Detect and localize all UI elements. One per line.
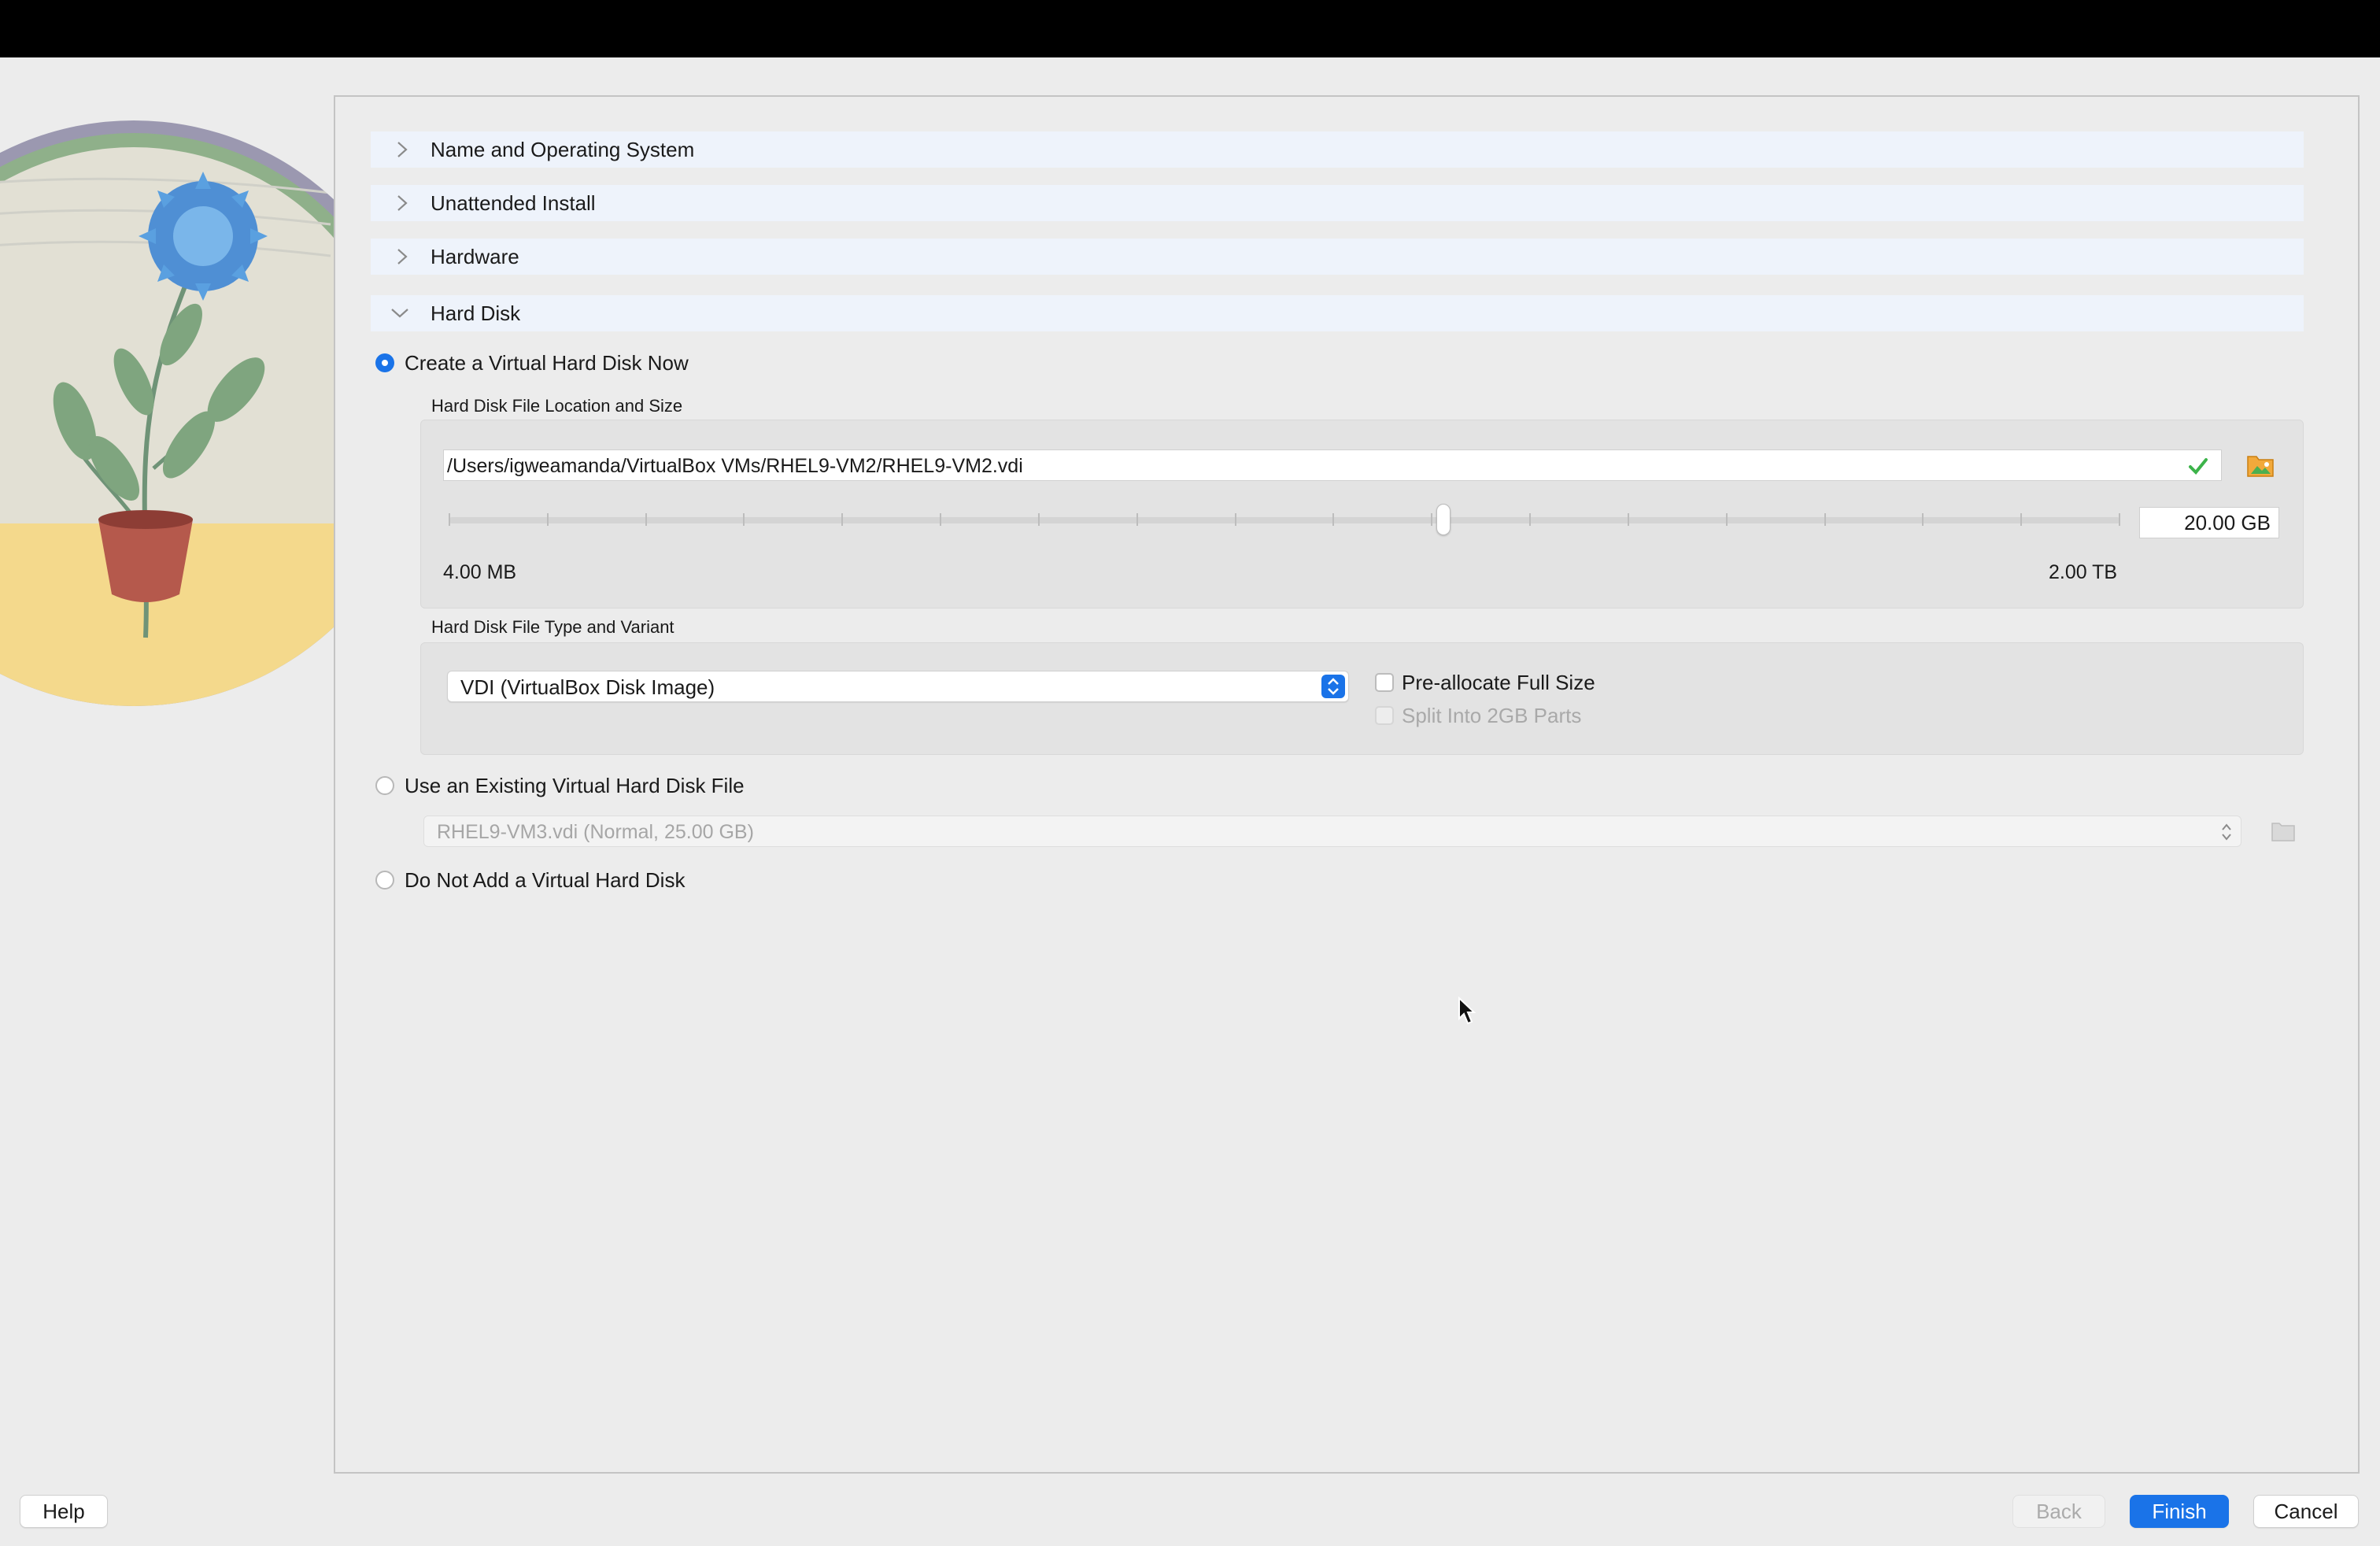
slider-tick	[1922, 513, 1924, 526]
slider-tick	[547, 513, 549, 526]
location-group-title: Hard Disk File Location and Size	[431, 396, 683, 416]
chevron-right-icon	[397, 142, 408, 157]
split-checkbox[interactable]	[1375, 706, 1394, 725]
slider-tick	[2119, 513, 2120, 526]
disk-size-slider-track[interactable]	[449, 517, 2120, 523]
window-top-bar	[0, 0, 2380, 57]
slider-tick	[1235, 513, 1236, 526]
slider-tick	[2020, 513, 2022, 526]
preallocate-label[interactable]: Pre-allocate Full Size	[1402, 671, 1595, 694]
cancel-button[interactable]: Cancel	[2253, 1495, 2359, 1528]
split-label: Split Into 2GB Parts	[1402, 704, 1582, 727]
section-label: Name and Operating System	[431, 138, 695, 161]
green-check-icon	[2189, 458, 2208, 475]
chevron-right-icon	[397, 249, 408, 264]
slider-tick	[940, 513, 941, 526]
section-label: Hardware	[431, 245, 519, 268]
disk-type-select[interactable]: VDI (VirtualBox Disk Image)	[447, 671, 1349, 702]
section-label: Unattended Install	[431, 191, 596, 215]
section-hardware[interactable]: Hardware	[371, 239, 2304, 275]
section-unattended-install[interactable]: Unattended Install	[371, 185, 2304, 221]
section-name-and-os[interactable]: Name and Operating System	[371, 131, 2304, 168]
create-disk-radio[interactable]	[375, 353, 394, 372]
finish-button[interactable]: Finish	[2130, 1495, 2229, 1528]
help-button[interactable]: Help	[20, 1495, 108, 1528]
section-hard-disk[interactable]: Hard Disk	[371, 295, 2304, 331]
mouse-cursor-icon	[1458, 997, 1476, 1025]
existing-disk-value: RHEL9-VM3.vdi (Normal, 25.00 GB)	[437, 821, 754, 843]
no-disk-label[interactable]: Do Not Add a Virtual Hard Disk	[405, 868, 685, 892]
slider-tick	[1136, 513, 1138, 526]
select-arrows-icon	[1321, 675, 1345, 698]
disk-path-value: /Users/igweamanda/VirtualBox VMs/RHEL9-V…	[447, 455, 1023, 477]
slider-tick	[645, 513, 647, 526]
select-arrows-icon	[2222, 823, 2231, 841]
slider-tick	[1824, 513, 1826, 526]
slider-tick	[1726, 513, 1728, 526]
disk-type-value: VDI (VirtualBox Disk Image)	[460, 675, 715, 699]
existing-disk-radio[interactable]	[375, 776, 394, 795]
create-disk-label[interactable]: Create a Virtual Hard Disk Now	[405, 351, 689, 375]
slider-tick	[1332, 513, 1334, 526]
preallocate-checkbox[interactable]	[1375, 673, 1394, 692]
slider-tick	[1431, 513, 1432, 526]
no-disk-radio[interactable]	[375, 871, 394, 890]
slider-tick	[743, 513, 745, 526]
slider-tick	[1529, 513, 1531, 526]
folder-icon[interactable]	[2270, 819, 2297, 844]
existing-disk-label[interactable]: Use an Existing Virtual Hard Disk File	[405, 774, 745, 797]
chevron-right-icon	[397, 195, 408, 211]
folder-icon[interactable]	[2245, 450, 2276, 480]
slider-tick	[841, 513, 843, 526]
type-group-title: Hard Disk File Type and Variant	[431, 617, 674, 637]
slider-tick	[1038, 513, 1040, 526]
back-button[interactable]: Back	[2012, 1495, 2105, 1528]
disk-path-field[interactable]: /Users/igweamanda/VirtualBox VMs/RHEL9-V…	[443, 449, 2222, 481]
disk-size-slider-thumb[interactable]	[1436, 504, 1451, 535]
section-label: Hard Disk	[431, 301, 521, 325]
size-max-label: 2.00 TB	[2049, 561, 2118, 583]
slider-tick	[1628, 513, 1629, 526]
size-min-label: 4.00 MB	[443, 561, 517, 583]
slider-tick	[449, 513, 450, 526]
disk-size-field[interactable]: 20.00 GB	[2139, 507, 2279, 538]
existing-disk-select[interactable]: RHEL9-VM3.vdi (Normal, 25.00 GB)	[423, 816, 2241, 847]
chevron-down-icon	[391, 309, 408, 318]
